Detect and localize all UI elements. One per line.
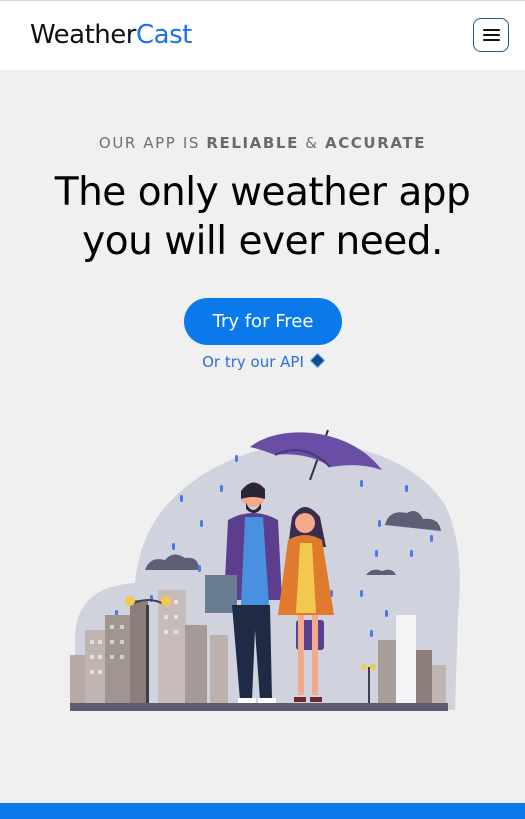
- kicker-prefix: OUR APP IS: [98, 134, 207, 152]
- kicker-accurate: ACCURATE: [324, 134, 427, 152]
- diamond-icon: [309, 352, 326, 369]
- bottom-blue-bar: [0, 803, 525, 819]
- try-api-link[interactable]: Or try our API: [0, 352, 525, 371]
- hamburger-menu-icon: [483, 29, 500, 31]
- headline-line-2: you will ever need.: [82, 219, 443, 264]
- kicker-reliable: RELIABLE: [206, 134, 299, 152]
- kicker-amp: &: [298, 134, 325, 152]
- hero-kicker: OUR APP IS RELIABLE & ACCURATE: [0, 134, 525, 152]
- hero-headline: The only weather app you will ever need.: [0, 168, 525, 266]
- logo-weather-text: Weather: [30, 20, 136, 50]
- ground-line: [70, 703, 448, 711]
- hamburger-menu-icon-line: [483, 39, 500, 41]
- couple-under-umbrella-city-rain-illustration: [70, 429, 460, 711]
- menu-toggle-button[interactable]: [473, 18, 509, 52]
- hamburger-menu-icon-line: [483, 34, 500, 36]
- try-for-free-button[interactable]: Try for Free: [184, 298, 342, 345]
- logo-cast-text: Cast: [135, 20, 192, 50]
- site-header: WeatherCast: [0, 1, 525, 70]
- logo[interactable]: WeatherCast: [30, 19, 192, 51]
- try-api-link-label: Or try our API: [202, 353, 304, 371]
- headline-line-1: The only weather app: [54, 170, 471, 215]
